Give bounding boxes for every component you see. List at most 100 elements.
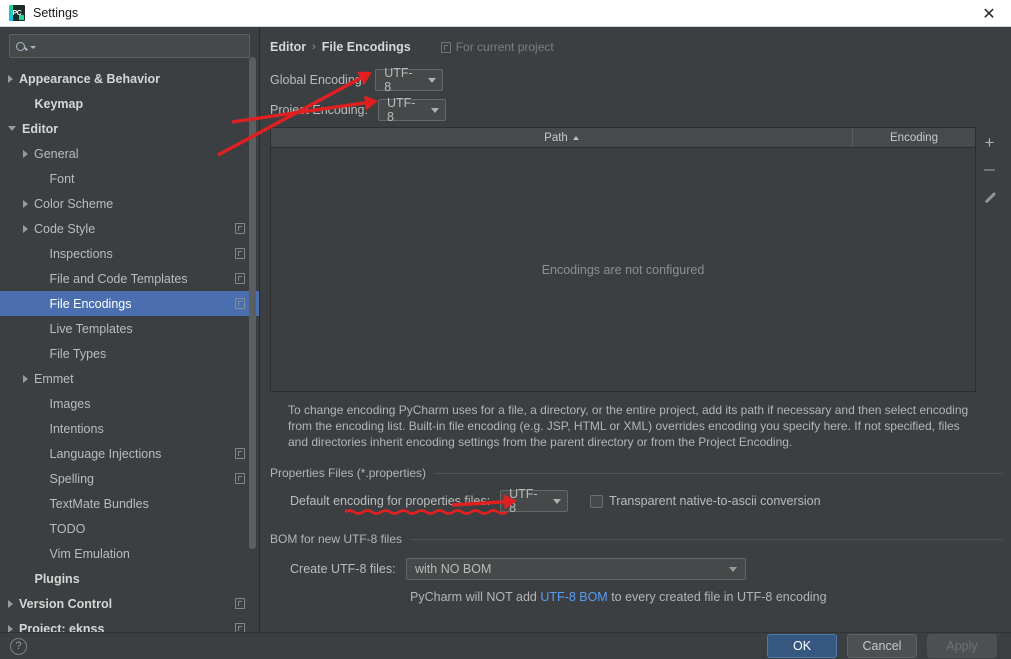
transparent-conversion-label: Transparent native-to-ascii conversion xyxy=(609,494,821,508)
sidebar-item-file-encodings[interactable]: File Encodings xyxy=(0,291,259,316)
divider xyxy=(410,538,1003,540)
sidebar-item-label: Live Templates xyxy=(49,321,133,336)
sidebar-item-emmet[interactable]: Emmet xyxy=(0,366,259,391)
chevron-right-icon[interactable] xyxy=(23,374,28,383)
chevron-right-icon[interactable] xyxy=(8,74,13,83)
transparent-conversion-checkbox[interactable]: Transparent native-to-ascii conversion xyxy=(590,494,821,508)
chevron-right-icon[interactable] xyxy=(23,149,28,158)
sidebar-item-plugins[interactable]: Plugins xyxy=(0,566,259,591)
chevron-down-icon xyxy=(430,107,439,113)
checkbox-box xyxy=(590,494,604,508)
chevron-right-icon[interactable] xyxy=(8,599,13,608)
properties-encoding-value: UTF-8 xyxy=(509,487,538,515)
copy-icon xyxy=(235,223,245,234)
bom-section-header: BOM for new UTF-8 files xyxy=(270,532,1003,546)
sidebar-item-label: Plugins xyxy=(34,571,80,586)
breadcrumb-separator: › xyxy=(312,41,316,53)
ok-button[interactable]: OK xyxy=(767,634,837,658)
encodings-table[interactable]: Path Encoding Encodings are not configur… xyxy=(270,127,976,392)
settings-tree: Appearance & Behavior Keymap Editor General… xyxy=(0,66,259,632)
breadcrumb: Editor › File Encodings For current proj… xyxy=(270,37,1003,57)
dialog-body: Appearance & Behavior Keymap Editor General… xyxy=(0,27,1011,632)
chevron-down-icon[interactable] xyxy=(8,126,16,131)
close-icon[interactable]: ✕ xyxy=(967,0,1011,26)
help-icon[interactable]: ? xyxy=(10,637,27,655)
sidebar-item-label: File and Code Templates xyxy=(49,271,188,286)
sidebar-item-label: Version Control xyxy=(19,596,113,611)
sidebar-item-label: Appearance & Behavior xyxy=(19,71,161,86)
sidebar-item-images[interactable]: Images xyxy=(0,391,259,416)
cancel-button[interactable]: Cancel xyxy=(847,634,917,658)
settings-content: Editor › File Encodings For current proj… xyxy=(260,27,1011,632)
table-header: Path Encoding xyxy=(271,128,975,148)
pycharm-icon-text: PC xyxy=(12,9,22,17)
copy-icon xyxy=(440,41,451,53)
bom-hint-suffix: to every created file in UTF-8 encoding xyxy=(607,590,827,604)
sidebar-item-textmate-bundles[interactable]: TextMate Bundles xyxy=(0,491,259,516)
sidebar-item-inspections[interactable]: Inspections xyxy=(0,241,259,266)
chevron-down-icon xyxy=(553,498,562,504)
sidebar-item-language-injections[interactable]: Language Injections xyxy=(0,441,259,466)
sidebar-item-editor[interactable]: Editor xyxy=(0,116,259,141)
chevron-right-icon[interactable] xyxy=(23,199,28,208)
search-input[interactable] xyxy=(40,38,243,54)
copy-icon xyxy=(235,448,245,459)
divider xyxy=(434,472,1003,474)
breadcrumb-current: File Encodings xyxy=(321,40,411,54)
sidebar-item-label: Keymap xyxy=(34,96,84,111)
project-encoding-row: Project Encoding: UTF-8 xyxy=(270,96,1003,124)
properties-section-header: Properties Files (*.properties) xyxy=(270,466,1003,480)
sidebar-item-label: Font xyxy=(49,171,75,186)
sidebar-item-project-eknss[interactable]: Project: eknss xyxy=(0,616,259,632)
sidebar-item-file-types[interactable]: File Types xyxy=(0,341,259,366)
properties-encoding-dropdown[interactable]: UTF-8 xyxy=(500,487,569,515)
sidebar-item-label: TextMate Bundles xyxy=(49,496,149,511)
sidebar-item-label: Vim Emulation xyxy=(49,546,130,561)
sidebar-item-font[interactable]: Font xyxy=(0,166,259,191)
dialog-buttons: OK Cancel Apply xyxy=(757,634,997,658)
chevron-right-icon[interactable] xyxy=(23,224,28,233)
sidebar-item-vim-emulation[interactable]: Vim Emulation xyxy=(0,541,259,566)
create-utf8-dropdown[interactable]: with NO BOM xyxy=(406,558,746,580)
global-encoding-label: Global Encoding: xyxy=(270,73,366,87)
sidebar-item-appearance-behavior[interactable]: Appearance & Behavior xyxy=(0,66,259,91)
edit-icon[interactable] xyxy=(979,187,1001,209)
sidebar-item-file-and-code-templates[interactable]: File and Code Templates xyxy=(0,266,259,291)
sidebar-item-label: Spelling xyxy=(49,471,94,486)
global-encoding-dropdown[interactable]: UTF-8 xyxy=(375,66,444,94)
sidebar-item-general[interactable]: General xyxy=(0,141,259,166)
sidebar-item-label: File Encodings xyxy=(49,296,132,311)
sidebar-item-color-scheme[interactable]: Color Scheme xyxy=(0,191,259,216)
bom-hint-prefix: PyCharm will NOT add xyxy=(410,590,541,604)
add-icon[interactable]: + xyxy=(979,131,1001,153)
copy-icon xyxy=(235,248,245,259)
chevron-down-icon xyxy=(729,566,737,572)
sidebar-item-code-style[interactable]: Code Style xyxy=(0,216,259,241)
sidebar-item-live-templates[interactable]: Live Templates xyxy=(0,316,259,341)
sort-ascending-icon xyxy=(572,135,579,140)
column-header-encoding[interactable]: Encoding xyxy=(853,128,975,147)
breadcrumb-parent[interactable]: Editor xyxy=(270,40,306,54)
sidebar-item-keymap[interactable]: Keymap xyxy=(0,91,259,116)
properties-section-title: Properties Files (*.properties) xyxy=(270,466,427,480)
sidebar-scrollbar[interactable] xyxy=(249,57,256,549)
copy-icon xyxy=(235,623,245,632)
project-encoding-dropdown[interactable]: UTF-8 xyxy=(377,96,446,124)
sidebar-item-spelling[interactable]: Spelling xyxy=(0,466,259,491)
column-header-path[interactable]: Path xyxy=(271,128,853,147)
table-toolbar: + xyxy=(976,127,1003,392)
sidebar-item-label: General xyxy=(34,146,79,161)
copy-icon xyxy=(235,273,245,284)
remove-icon[interactable] xyxy=(979,159,1001,181)
sidebar-item-label: Editor xyxy=(22,121,59,136)
chevron-right-icon[interactable] xyxy=(8,624,13,632)
copy-icon xyxy=(235,473,245,484)
sidebar-item-label: Inspections xyxy=(49,246,113,261)
sidebar-item-intentions[interactable]: Intentions xyxy=(0,416,259,441)
sidebar-item-version-control[interactable]: Version Control xyxy=(0,591,259,616)
search-field[interactable] xyxy=(9,34,250,58)
sidebar-item-todo[interactable]: TODO xyxy=(0,516,259,541)
chevron-down-icon xyxy=(30,46,36,49)
sidebar-item-label: Intentions xyxy=(49,421,104,436)
apply-button[interactable]: Apply xyxy=(927,634,997,658)
